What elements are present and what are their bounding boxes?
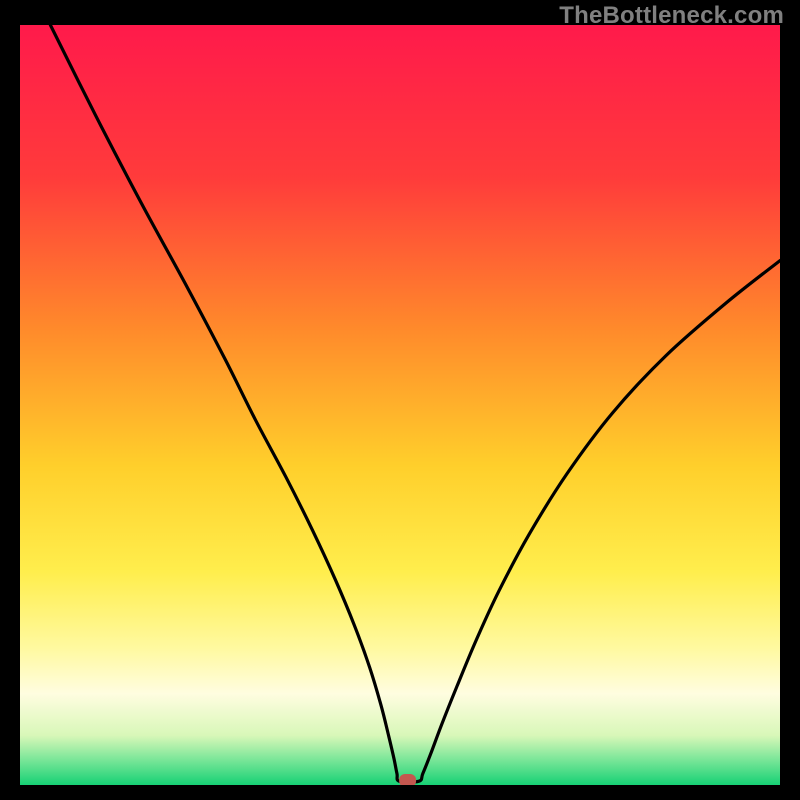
chart-frame: TheBottleneck.com	[0, 0, 800, 800]
chart-svg	[20, 25, 780, 785]
chart-plot	[20, 25, 780, 785]
optimal-marker	[399, 774, 416, 785]
chart-background	[20, 25, 780, 785]
